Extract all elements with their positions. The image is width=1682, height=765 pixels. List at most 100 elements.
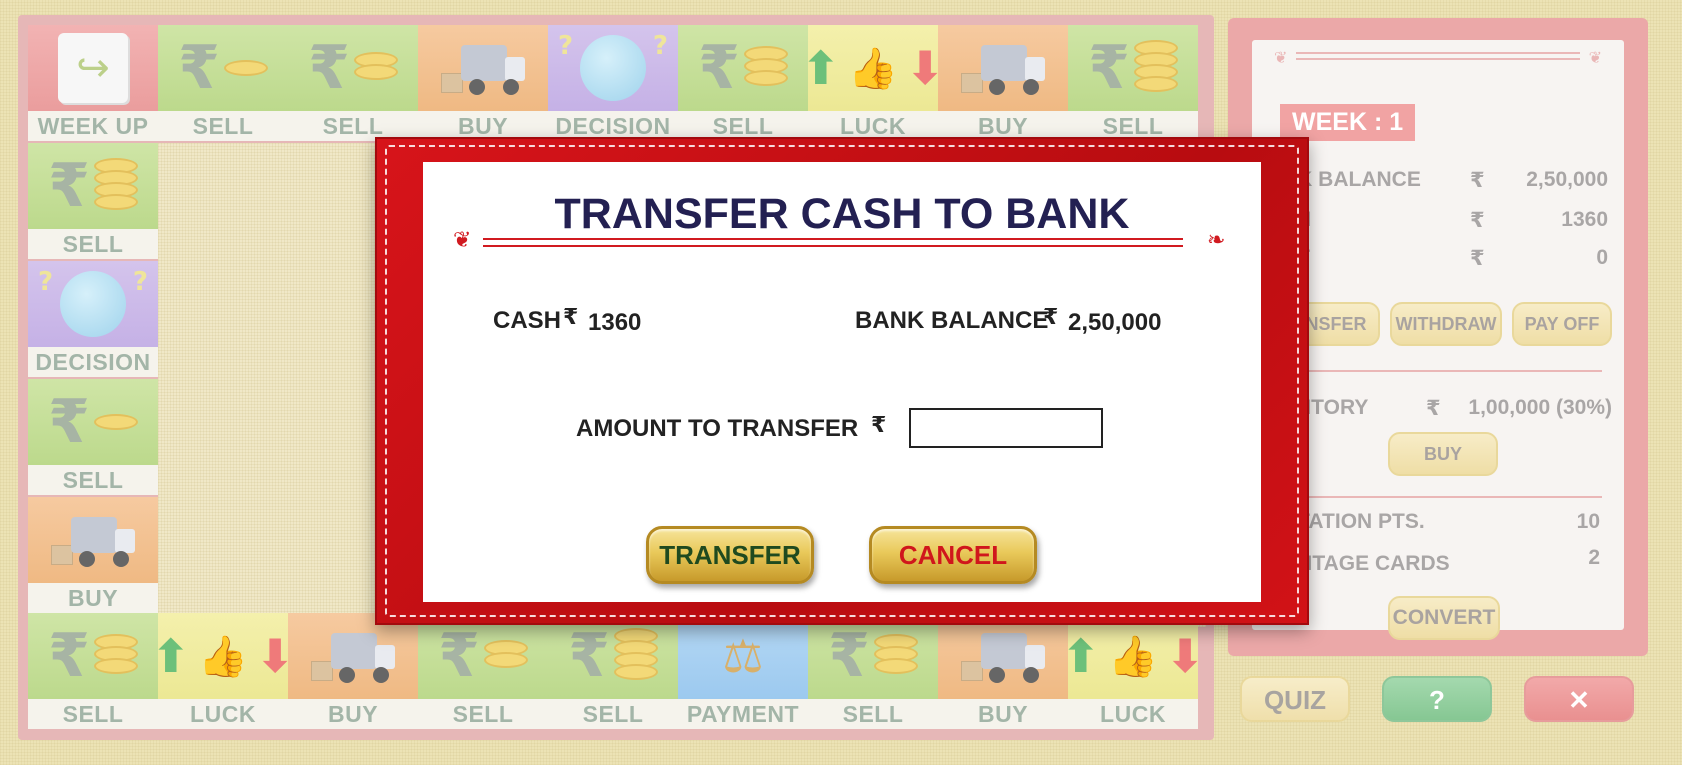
rupee-icon: ₹ [48, 151, 90, 221]
thinking-face-icon: ?? [558, 31, 668, 101]
tile-label: BUY [288, 699, 418, 729]
top-row-tile: ₹ SELL [1068, 25, 1198, 143]
cancel-button[interactable]: CANCEL [869, 526, 1037, 584]
cash-label: CASH [493, 307, 562, 334]
bank-balance-value: 2,50,000 [1526, 168, 1608, 191]
tile-label: DECISION [28, 347, 158, 377]
coin-icon [223, 60, 268, 76]
tile-label: BUY [938, 699, 1068, 729]
amount-label: AMOUNT TO TRANSFER [576, 415, 859, 442]
coins-icon [93, 158, 138, 210]
left-col-tile: BUY [28, 497, 158, 615]
bottom-row-tile: ₹ SELL [808, 613, 938, 731]
rupee-icon: ₹ [871, 413, 887, 438]
tile-art: ⬆ 👍 ⬇ [802, 25, 944, 111]
bottom-row-tile: ₹ SELL [418, 613, 548, 731]
tile-art [288, 613, 418, 699]
panel-buy-button[interactable]: BUY [1388, 432, 1498, 476]
tile-art: ₹ [418, 613, 548, 699]
panel-convert-button[interactable]: CONVERT [1388, 596, 1500, 640]
thinking-face-icon: ?? [38, 267, 148, 337]
help-button[interactable]: ? [1382, 676, 1492, 722]
transfer-button[interactable]: TRANSFER [646, 526, 814, 584]
truck-icon [439, 39, 527, 97]
tile-label: LUCK [158, 699, 288, 729]
tile-art: ⬆ 👍 ⬇ [152, 613, 294, 699]
panel-divider-2 [1274, 496, 1602, 498]
coins-icon [873, 634, 918, 674]
rupee-icon: ₹ [48, 387, 90, 457]
calendar-arrow-icon: ↪ [58, 33, 128, 103]
top-row-tile: ₹ SELL [158, 25, 288, 143]
tile-label: SELL [28, 465, 158, 495]
tile-label: WEEK UP [28, 111, 158, 141]
coins-icon [483, 640, 528, 668]
top-row-tile: ⬆ 👍 ⬇ LUCK [802, 25, 944, 143]
debt-value: 0 [1596, 246, 1608, 269]
panel-divider-1 [1274, 370, 1602, 372]
panel-top-rule [1296, 52, 1580, 54]
panel-pay-off-button[interactable]: PAY OFF [1512, 302, 1612, 346]
tile-art: ↪ [28, 25, 158, 111]
tile-art: ₹ [158, 25, 288, 111]
bottom-row-tile: ⚖ PAYMENT [678, 613, 808, 731]
tile-label: BUY [28, 583, 158, 613]
rupee-icon: ₹ [308, 33, 350, 103]
rupee-icon: ₹ [828, 621, 870, 691]
bottom-row-tile: ⬆ 👍 ⬇ LUCK [152, 613, 294, 731]
top-row-tile: ↪ WEEK UP [28, 25, 158, 143]
amount-input[interactable] [909, 408, 1103, 448]
left-col-tile: ?? DECISION [28, 261, 158, 379]
left-col-tile: ₹ SELL [28, 143, 158, 261]
close-button[interactable]: ✕ [1524, 676, 1634, 722]
rupee-icon: ₹ [1043, 305, 1059, 330]
tile-art: ₹ [1068, 25, 1198, 111]
coins-icon [613, 628, 658, 680]
tile-label: SELL [158, 111, 288, 141]
tile-art [28, 497, 158, 583]
rupee-icon: ₹ [563, 305, 579, 330]
advantage-cards-value: 2 [1588, 546, 1600, 569]
tile-art: ₹ [288, 25, 418, 111]
flourish-right-icon: ❧ [1207, 228, 1226, 253]
quiz-button[interactable]: QUIZ [1240, 676, 1350, 722]
coins-icon [1133, 40, 1178, 92]
tile-art: ?? [28, 261, 158, 347]
coin-icon [93, 414, 138, 430]
tile-art [938, 613, 1068, 699]
tile-art: ⬆ 👍 ⬇ [1062, 613, 1204, 699]
tile-label: SELL [548, 699, 678, 729]
title-rule [483, 238, 1183, 240]
week-badge: WEEK : 1 [1280, 104, 1416, 141]
top-row-tile: ?? DECISION [548, 25, 678, 143]
top-row-tile: BUY [418, 25, 548, 143]
inventory-value: 1,00,000 (30%) [1468, 396, 1612, 419]
tile-art: ₹ [808, 613, 938, 699]
coins-icon [353, 52, 398, 80]
panel-top-rule-2 [1296, 58, 1580, 60]
luck-icon: ⬆ 👍 ⬇ [151, 629, 295, 683]
rupee-icon: ₹ [178, 33, 220, 103]
truck-icon [959, 627, 1047, 685]
tile-art: ₹ [548, 613, 678, 699]
tile-art: ₹ [28, 379, 158, 465]
panel-withdraw-button[interactable]: WITHDRAW [1390, 302, 1502, 346]
tile-art: ₹ [28, 613, 158, 699]
luck-icon: ⬆ 👍 ⬇ [801, 41, 945, 95]
tile-art: ?? [548, 25, 678, 111]
dialog-title: TRANSFER CASH TO BANK [554, 190, 1130, 238]
rupee-icon: ₹ [1470, 168, 1485, 192]
tile-label: SELL [28, 699, 158, 729]
flourish-right-icon: ❦ [1588, 48, 1602, 67]
tile-label: LUCK [1068, 699, 1198, 729]
truck-icon [309, 627, 397, 685]
luck-icon: ⬆ 👍 ⬇ [1061, 629, 1205, 683]
rupee-icon: ₹ [1470, 208, 1485, 232]
truck-icon [959, 39, 1047, 97]
rupee-icon: ₹ [1088, 33, 1130, 103]
payment-gavel-icon: ⚖ [722, 629, 764, 683]
tile-label: SELL [28, 229, 158, 259]
tile-label: SELL [808, 699, 938, 729]
reputation-value: 10 [1576, 510, 1600, 533]
tile-label: PAYMENT [678, 699, 808, 729]
